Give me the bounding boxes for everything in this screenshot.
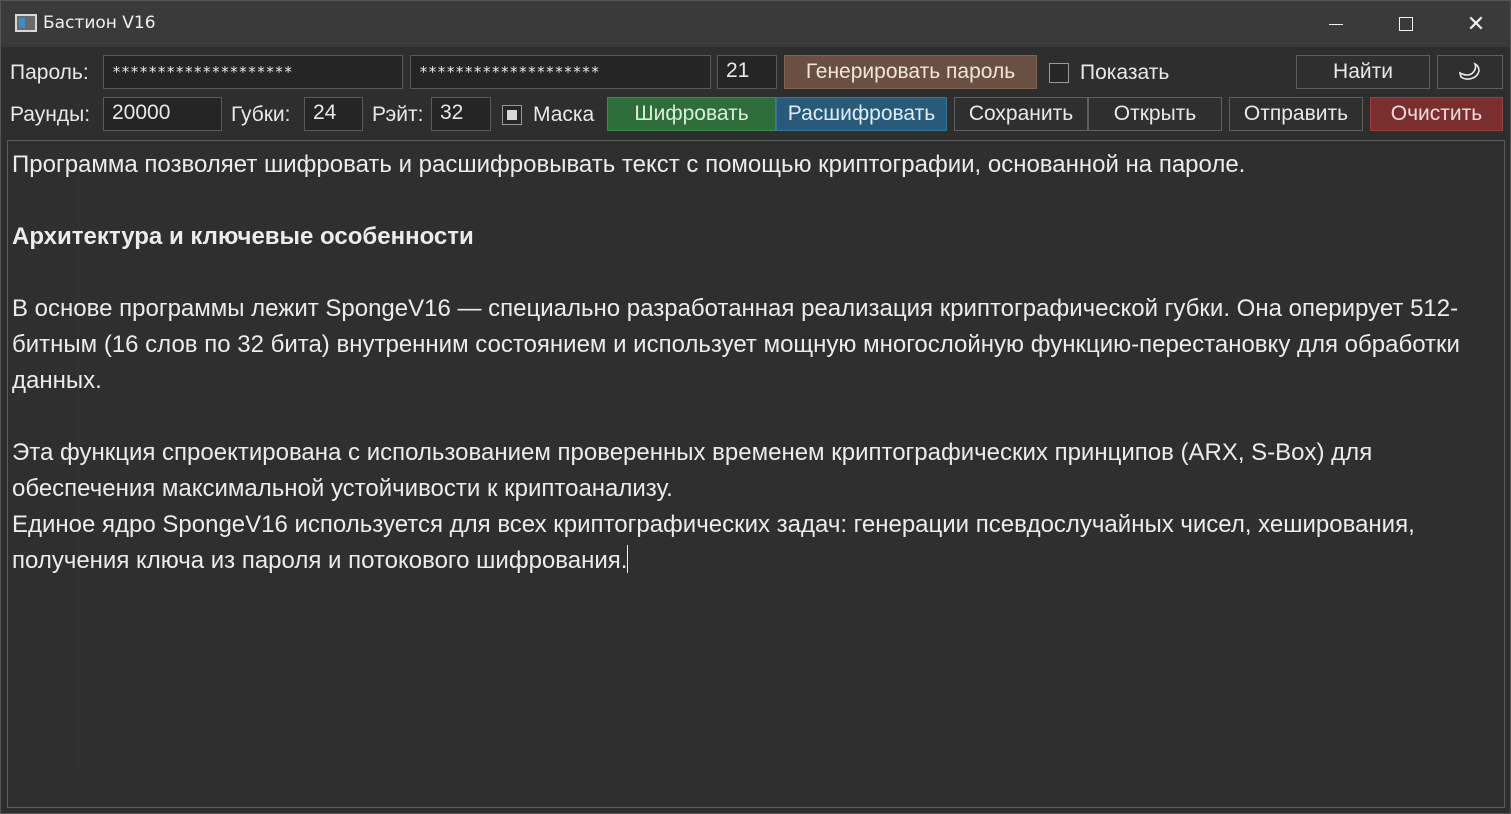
paragraph-function: Эта функция спроектирована с использован… [12, 439, 1373, 502]
app-window: Бастион V16 ✕ Пароль: ******************… [0, 0, 1511, 814]
send-button[interactable]: Отправить [1229, 97, 1363, 131]
password-input[interactable]: ******************** [103, 55, 403, 89]
show-password-checkbox[interactable] [1049, 63, 1069, 83]
decrypt-button[interactable]: Расшифровать [776, 97, 947, 131]
rate-input[interactable]: 32 [431, 97, 491, 131]
rate-label: Рэйт: [372, 103, 424, 126]
rounds-label: Раунды: [10, 103, 91, 126]
close-button[interactable]: ✕ [1441, 1, 1511, 47]
mask-label: Маска [533, 103, 595, 126]
editor-content: Программа позволяет шифровать и расшифро… [12, 147, 1494, 579]
maximize-icon [1399, 17, 1413, 31]
show-password-label: Показать [1080, 61, 1170, 84]
moon-icon [1458, 62, 1480, 80]
window-title: Бастион V16 [43, 13, 156, 33]
open-button[interactable]: Открыть [1088, 97, 1222, 131]
find-button[interactable]: Найти [1296, 55, 1430, 89]
minimize-button[interactable] [1301, 1, 1371, 47]
sponges-input[interactable]: 24 [304, 97, 363, 131]
section-heading: Архитектура и ключевые особенности [12, 223, 474, 250]
clear-button[interactable]: Очистить [1370, 97, 1503, 131]
paragraph-intro: Программа позволяет шифровать и расшифро… [12, 151, 1246, 178]
minimize-icon [1329, 23, 1343, 25]
paragraph-sponge: В основе программы лежит SpongeV16 — спе… [12, 295, 1460, 394]
theme-toggle-button[interactable] [1437, 55, 1503, 89]
title-bar[interactable]: Бастион V16 ✕ [1, 1, 1510, 47]
paragraph-core: Единое ядро SpongeV16 используется для в… [12, 507, 1494, 579]
close-icon: ✕ [1466, 11, 1486, 37]
paragraph-core-text: Единое ядро SpongeV16 используется для в… [12, 511, 1415, 574]
text-editor[interactable]: Программа позволяет шифровать и расшифро… [7, 140, 1505, 808]
password-label: Пароль: [10, 61, 89, 84]
password-confirm-input[interactable]: ******************** [410, 55, 711, 89]
app-icon [15, 14, 37, 32]
maximize-button[interactable] [1371, 1, 1441, 47]
save-button[interactable]: Сохранить [954, 97, 1088, 131]
encrypt-button[interactable]: Шифровать [607, 97, 776, 131]
text-caret [627, 545, 629, 573]
generate-password-button[interactable]: Генерировать пароль [784, 55, 1037, 89]
rounds-input[interactable]: 20000 [103, 97, 222, 131]
password-length-input[interactable]: 21 [717, 55, 777, 89]
mask-checkbox[interactable] [502, 105, 522, 125]
sponges-label: Губки: [231, 103, 291, 126]
